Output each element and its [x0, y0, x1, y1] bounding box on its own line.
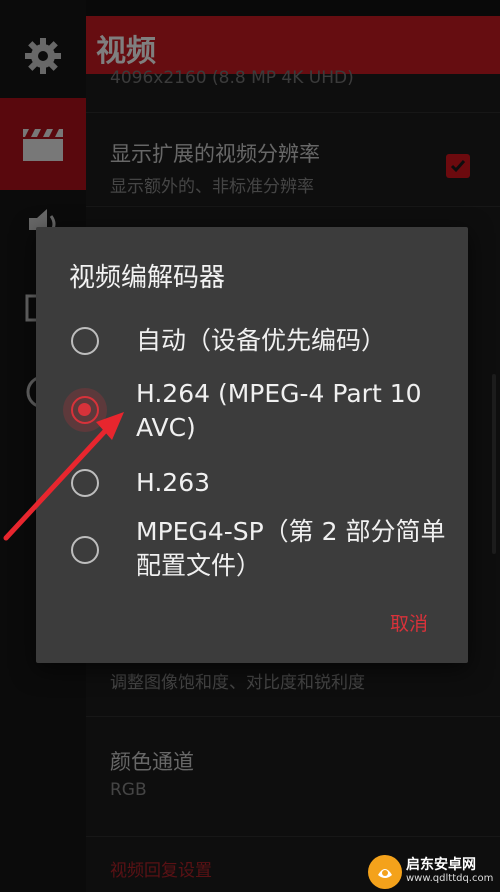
- option-label: H.264 (MPEG-4 Part 10 AVC): [136, 379, 422, 442]
- option-label: MPEG4-SP（第 2 部分简单配置文件）: [136, 517, 446, 580]
- option-label: H.263: [136, 468, 211, 497]
- radio-button[interactable]: [71, 327, 99, 355]
- watermark: 启东安卓网 www.qdlttdq.com: [368, 852, 500, 892]
- watermark-name: 启东安卓网: [406, 857, 476, 873]
- option-label: 自动（设备优先编码）: [136, 326, 387, 355]
- cancel-button[interactable]: 取消: [390, 609, 428, 636]
- red-arrow-annotation: [3, 412, 124, 541]
- watermark-logo-icon: [368, 855, 402, 889]
- codec-option-auto[interactable]: 自动（设备优先编码）: [36, 319, 468, 363]
- watermark-url: www.qdlttdq.com: [406, 873, 494, 884]
- dialog-title: 视频编解码器: [69, 263, 226, 293]
